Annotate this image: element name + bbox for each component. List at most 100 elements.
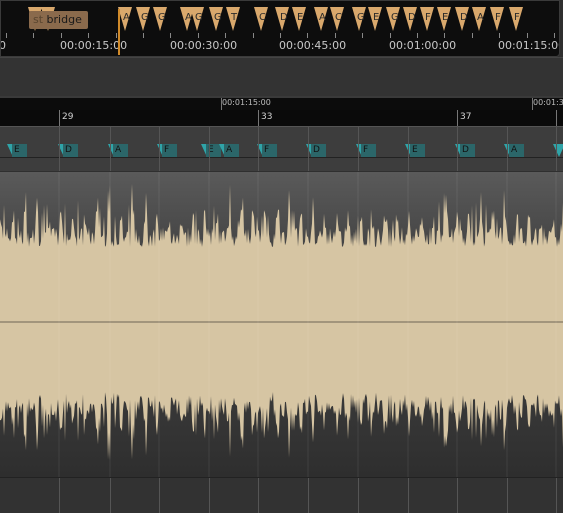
overview-ruler-tick [33, 33, 34, 38]
overview-chord-marker[interactable]: D [455, 7, 470, 31]
empty-track-lane[interactable] [0, 477, 563, 513]
overview-chord-marker[interactable]: G [352, 7, 367, 31]
overview-chord-marker[interactable]: G [153, 7, 168, 31]
marker-label: D [408, 12, 416, 23]
timecode-label: 00:01:15:00 [222, 98, 271, 107]
marker-label: E [442, 12, 449, 23]
chord-label: D [63, 144, 78, 157]
grid-line [408, 478, 409, 513]
chord-flag [553, 144, 563, 157]
chord-label: F [262, 144, 277, 157]
overview-ruler-tick [116, 33, 117, 38]
overview-chord-marker[interactable]: D [403, 7, 418, 31]
overview-chord-marker[interactable]: G [386, 7, 401, 31]
marker-label: C [259, 12, 266, 23]
grid-line [556, 127, 557, 171]
grid-line [507, 127, 508, 171]
grid-line [556, 478, 557, 513]
overview-ruler-tick [170, 33, 171, 38]
bar-tick [258, 110, 259, 126]
marker-label: G [357, 12, 365, 23]
marker-label: A [477, 12, 484, 23]
overview-chord-marker[interactable]: D [275, 7, 290, 31]
bar-tick [556, 110, 557, 126]
bar-number: 37 [460, 112, 472, 122]
overview-ruler-tick [362, 33, 363, 38]
overview-chord-marker[interactable]: C [330, 7, 345, 31]
overview-chord-marker[interactable]: A [314, 7, 329, 31]
overview-chord-marker[interactable]: G [190, 7, 205, 31]
chord-label: F [162, 144, 177, 157]
overview-ruler-tick [499, 33, 500, 38]
section-marker-label: bridge [46, 13, 82, 26]
overview-ruler-label: 00:01:15:00 [498, 39, 560, 52]
overview-ruler-tick [225, 33, 226, 38]
grid-line [209, 127, 210, 171]
section-marker-prefix: st [33, 13, 44, 26]
timecode-ruler[interactable]: 00:01:15:00 00:01:3 [0, 98, 563, 110]
overview-ruler-tick [280, 33, 281, 38]
overview-ruler-label: 0 [1, 39, 6, 52]
overview-chord-marker[interactable]: T [226, 7, 241, 31]
overview-ruler-tick [307, 33, 308, 38]
grid-line [358, 478, 359, 513]
chord-lane-baseline [0, 157, 563, 158]
bar-number: 29 [62, 112, 74, 122]
playhead[interactable] [118, 9, 120, 55]
marker-label: F [495, 12, 501, 23]
marker-label: G [391, 12, 399, 23]
overview-ruler-tick [198, 33, 199, 38]
overview-chord-marker[interactable]: F [490, 7, 505, 31]
grid-line [159, 127, 160, 171]
marker-label: D [280, 12, 288, 23]
waveform [0, 172, 563, 477]
timecode-label: 00:01:3 [533, 98, 563, 107]
overview-ruler-tick [335, 33, 336, 38]
grid-line [457, 127, 458, 171]
grid-line [308, 127, 309, 171]
overview-ruler-tick [472, 33, 473, 38]
marker-label: G [141, 12, 149, 23]
chord-label: A [224, 144, 239, 157]
bars-beats-ruler[interactable]: 29 33 37 [0, 110, 563, 127]
marker-label: E [373, 12, 380, 23]
marker-label: A [123, 12, 130, 23]
overview-ruler-tick [390, 33, 391, 38]
ruler-tick [221, 98, 222, 110]
overview-timeline[interactable]: AGGAGGTCDEACGEGDFEDAFF st bridge 000:00:… [0, 0, 560, 57]
marker-label: G [195, 12, 203, 23]
overview-ruler-tick [61, 33, 62, 38]
section-marker-bridge[interactable]: st bridge [29, 11, 88, 29]
bar-tick [457, 110, 458, 126]
bar-tick [59, 110, 60, 126]
chord-label: A [113, 144, 128, 157]
overview-ruler-label: 00:00:45:00 [279, 39, 347, 52]
overview-ruler-tick [6, 33, 7, 38]
overview-chord-marker[interactable]: E [437, 7, 452, 31]
chord-label: D [311, 144, 326, 157]
overview-chord-marker[interactable]: C [254, 7, 269, 31]
panel-divider [0, 57, 563, 98]
marker-label: T [231, 12, 238, 23]
overview-ruler-tick [88, 33, 89, 38]
bar-number: 33 [261, 112, 273, 122]
overview-ruler-tick [143, 33, 144, 38]
overview-chord-marker[interactable]: E [292, 7, 307, 31]
overview-chord-marker[interactable]: F [420, 7, 435, 31]
grid-line [110, 127, 111, 171]
grid-line [59, 127, 60, 171]
overview-chord-marker[interactable]: G [136, 7, 151, 31]
overview-chord-marker[interactable]: A [118, 7, 133, 31]
overview-ruler-label: 00:00:30:00 [170, 39, 238, 52]
overview-ruler-label: 00:01:00:00 [389, 39, 457, 52]
chord-lane[interactable]: EDAFEAFDFEDA [0, 127, 563, 171]
audio-waveform-region[interactable] [0, 172, 563, 477]
overview-chord-marker[interactable]: A [472, 7, 487, 31]
marker-label: E [297, 12, 304, 23]
overview-chord-marker[interactable]: F [509, 7, 524, 31]
overview-ruler[interactable]: 000:00:15:0000:00:30:0000:00:45:0000:01:… [1, 33, 560, 55]
grid-line [110, 478, 111, 513]
overview-chord-marker[interactable]: E [368, 7, 383, 31]
overview-chord-marker[interactable]: G [209, 7, 224, 31]
chord-label: E [12, 144, 27, 157]
